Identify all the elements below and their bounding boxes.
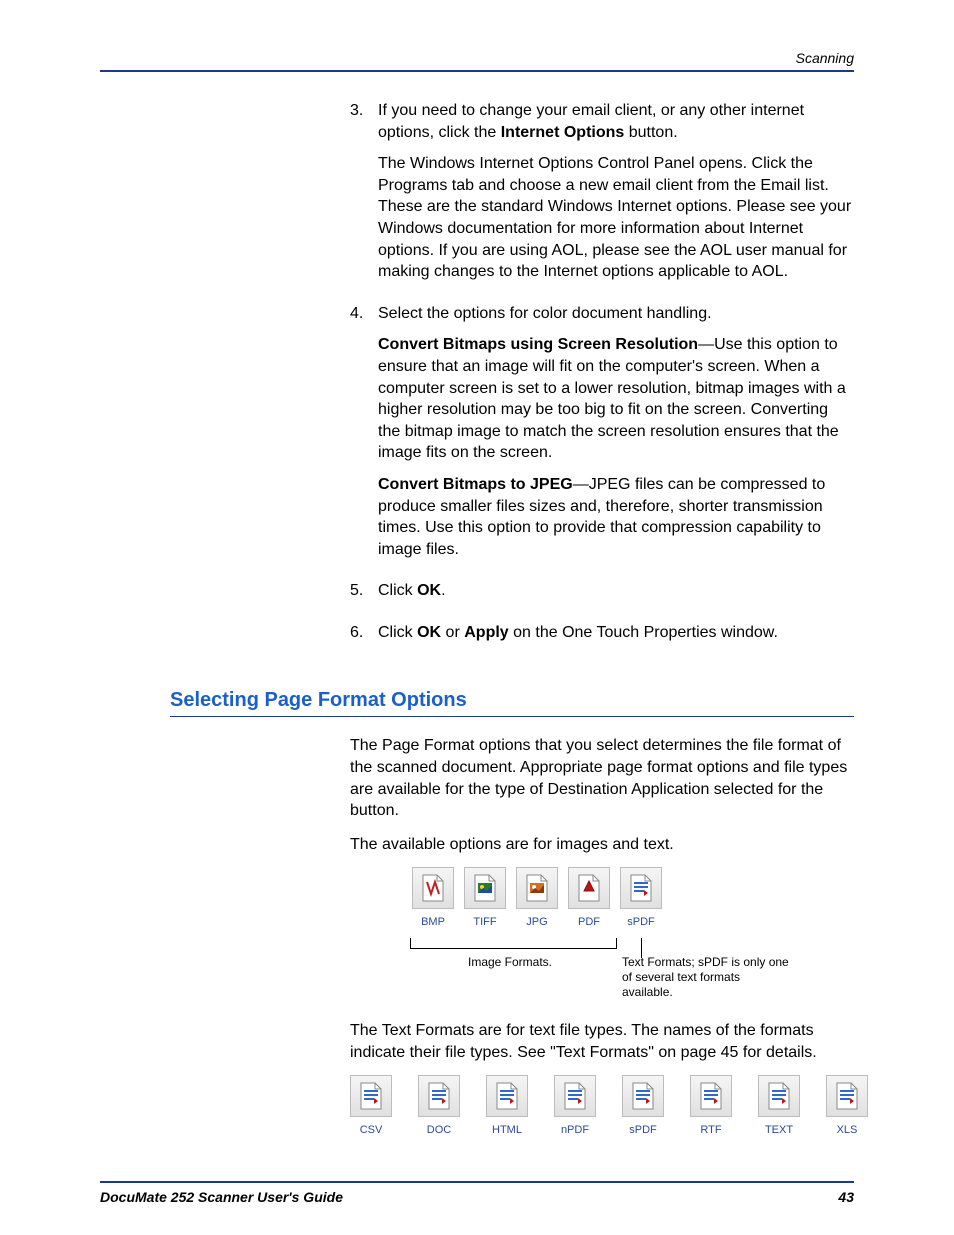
file-format-icon [418,1075,460,1117]
step-4-line1: Select the options for color document ha… [378,303,854,325]
format-item-spdf: sPDF [618,867,664,930]
format-item-html: HTML [486,1075,528,1138]
bracket-right [617,938,665,948]
format-item-csv: CSV [350,1075,392,1138]
file-format-icon [690,1075,732,1117]
format-label: JPG [514,915,560,930]
format-label: RTF [690,1123,732,1138]
file-format-icon [412,867,454,909]
file-format-icon [350,1075,392,1117]
step-number: 4. [350,303,378,571]
file-format-icon [486,1075,528,1117]
step-5-text: Click OK. [378,580,854,602]
ordered-steps: 3. If you need to change your email clie… [350,100,854,653]
section-intro: The Page Format options that you select … [350,735,854,1138]
header-section: Scanning [796,50,854,66]
format-item-rtf: RTF [690,1075,732,1138]
bracket-left [410,938,617,949]
intro-para-2: The available options are for images and… [350,834,854,856]
file-format-icon [826,1075,868,1117]
step-number: 5. [350,580,378,612]
footer-page-number: 43 [838,1189,854,1205]
format-label: sPDF [622,1123,664,1138]
caption-image-formats: Image Formats. [410,955,610,1000]
format-label: XLS [826,1123,868,1138]
step-3-line1: If you need to change your email client,… [378,100,854,143]
file-format-icon [464,867,506,909]
caption-row: Image Formats. Text Formats; sPDF is onl… [410,955,854,1000]
intro-para-1: The Page Format options that you select … [350,735,854,821]
format-item-xls: XLS [826,1075,868,1138]
format-item-tiff: TIFF [462,867,508,930]
step-number: 6. [350,622,378,654]
step-4-sub1: Convert Bitmaps using Screen Resolution—… [378,334,854,464]
step-4-sub2: Convert Bitmaps to JPEG—JPEG files can b… [378,474,854,560]
document-page: Scanning 3. If you need to change your e… [0,0,954,1235]
file-format-icon [516,867,558,909]
step-6: 6. Click OK or Apply on the One Touch Pr… [350,622,854,654]
image-format-strip: BMP TIFF JPG PDF sPDF [410,867,854,930]
file-format-icon [622,1075,664,1117]
format-label: nPDF [554,1123,596,1138]
format-label: BMP [410,915,456,930]
file-format-icon [758,1075,800,1117]
step-6-text: Click OK or Apply on the One Touch Prope… [378,622,854,644]
step-3: 3. If you need to change your email clie… [350,100,854,293]
format-label: HTML [486,1123,528,1138]
format-label: TIFF [462,915,508,930]
text-format-strip: CSVDOCHTMLnPDFsPDFRTFTEXTXLS [350,1075,854,1138]
format-item-pdf: PDF [566,867,612,930]
format-label: PDF [566,915,612,930]
file-format-icon [568,867,610,909]
format-item-bmp: BMP [410,867,456,930]
section-heading: Selecting Page Format Options [170,689,854,717]
format-label: CSV [350,1123,392,1138]
format-item-jpg: JPG [514,867,560,930]
file-format-icon [620,867,662,909]
format-item-npdf: nPDF [554,1075,596,1138]
format-label: TEXT [758,1123,800,1138]
bracket-row [410,938,854,949]
caption-text-formats: Text Formats; sPDF is only one of severa… [610,955,792,1000]
step-list-block: 3. If you need to change your email clie… [350,100,854,663]
footer-title: DocuMate 252 Scanner User's Guide [100,1189,343,1205]
step-number: 3. [350,100,378,293]
step-4: 4. Select the options for color document… [350,303,854,571]
format-item-spdf: sPDF [622,1075,664,1138]
intro-para-3: The Text Formats are for text file types… [350,1020,854,1063]
page-header: Scanning [100,50,854,72]
format-item-doc: DOC [418,1075,460,1138]
format-label: sPDF [618,915,664,930]
page-footer: DocuMate 252 Scanner User's Guide 43 [100,1181,854,1205]
file-format-icon [554,1075,596,1117]
step-5: 5. Click OK. [350,580,854,612]
format-label: DOC [418,1123,460,1138]
step-3-para2: The Windows Internet Options Control Pan… [378,153,854,283]
format-item-text: TEXT [758,1075,800,1138]
